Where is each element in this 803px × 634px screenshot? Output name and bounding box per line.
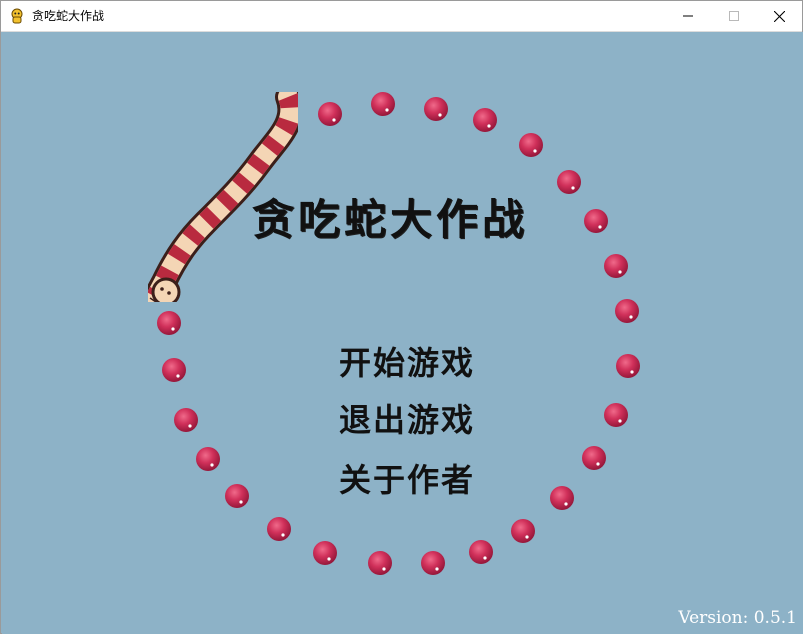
- dot-highlight: [618, 270, 622, 274]
- minimize-button[interactable]: [665, 1, 711, 31]
- dot-highlight: [435, 567, 439, 571]
- dot-highlight: [525, 535, 529, 539]
- dot-highlight: [564, 502, 568, 506]
- minimize-icon: [683, 15, 693, 17]
- dot-highlight: [171, 327, 175, 331]
- decorative-dot: [616, 354, 640, 378]
- dot-highlight: [281, 533, 285, 537]
- dot-highlight: [382, 567, 386, 571]
- dot-highlight: [438, 113, 442, 117]
- decorative-dot: [469, 540, 493, 564]
- decorative-dot: [267, 517, 291, 541]
- dot-highlight: [210, 463, 214, 467]
- decorative-dot: [582, 446, 606, 470]
- decorative-dot: [225, 484, 249, 508]
- game-canvas[interactable]: 贪吃蛇大作战 开始游戏 退出游戏 关于作者 Version: 0.5.1: [2, 32, 803, 634]
- dot-highlight: [598, 225, 602, 229]
- decorative-dot: [162, 358, 186, 382]
- decorative-dot: [519, 133, 543, 157]
- decorative-dot: [421, 551, 445, 575]
- dot-highlight: [533, 149, 537, 153]
- close-button[interactable]: [756, 1, 802, 31]
- decorative-dot: [424, 97, 448, 121]
- dot-highlight: [239, 500, 243, 504]
- dot-ring: [157, 92, 640, 575]
- quit-game-button[interactable]: 退出游戏: [322, 397, 492, 443]
- close-icon: [773, 10, 785, 22]
- decorative-dot: [318, 102, 342, 126]
- decorative-dot: [557, 170, 581, 194]
- decorative-dot: [371, 92, 395, 116]
- decorative-dot: [368, 551, 392, 575]
- dot-highlight: [629, 315, 633, 319]
- game-title: 贪吃蛇大作战: [252, 195, 529, 244]
- decorative-dot: [174, 408, 198, 432]
- dot-highlight: [176, 374, 180, 378]
- dot-highlight: [571, 186, 575, 190]
- decorative-dot: [550, 486, 574, 510]
- app-window: 贪吃蛇大作战 贪吃蛇大作战 开始游戏 退出游戏 关于作者 Version: 0.…: [0, 0, 803, 634]
- decorative-dot: [604, 254, 628, 278]
- maximize-icon: [729, 11, 739, 21]
- decorative-dot: [511, 519, 535, 543]
- decorative-dot: [196, 447, 220, 471]
- dot-highlight: [618, 419, 622, 423]
- decorative-dot: [615, 299, 639, 323]
- window-title: 贪吃蛇大作战: [32, 9, 105, 23]
- dot-highlight: [327, 557, 331, 561]
- about-author-button[interactable]: 关于作者: [322, 457, 492, 503]
- dot-highlight: [596, 462, 600, 466]
- start-game-button[interactable]: 开始游戏: [322, 340, 492, 386]
- decorative-dot: [584, 209, 608, 233]
- maximize-button[interactable]: [711, 1, 757, 31]
- dot-highlight: [630, 370, 634, 374]
- title-bar[interactable]: 贪吃蛇大作战: [1, 1, 802, 32]
- version-label: Version: 0.5.1: [678, 608, 797, 628]
- decorative-dot: [473, 108, 497, 132]
- decorative-dot: [157, 311, 181, 335]
- python-icon: [11, 8, 23, 24]
- decorative-dot: [604, 403, 628, 427]
- dot-highlight: [385, 108, 389, 112]
- decorative-dot: [313, 541, 337, 565]
- dot-highlight: [332, 118, 336, 122]
- dot-highlight: [487, 124, 491, 128]
- dot-highlight: [188, 424, 192, 428]
- dot-highlight: [483, 556, 487, 560]
